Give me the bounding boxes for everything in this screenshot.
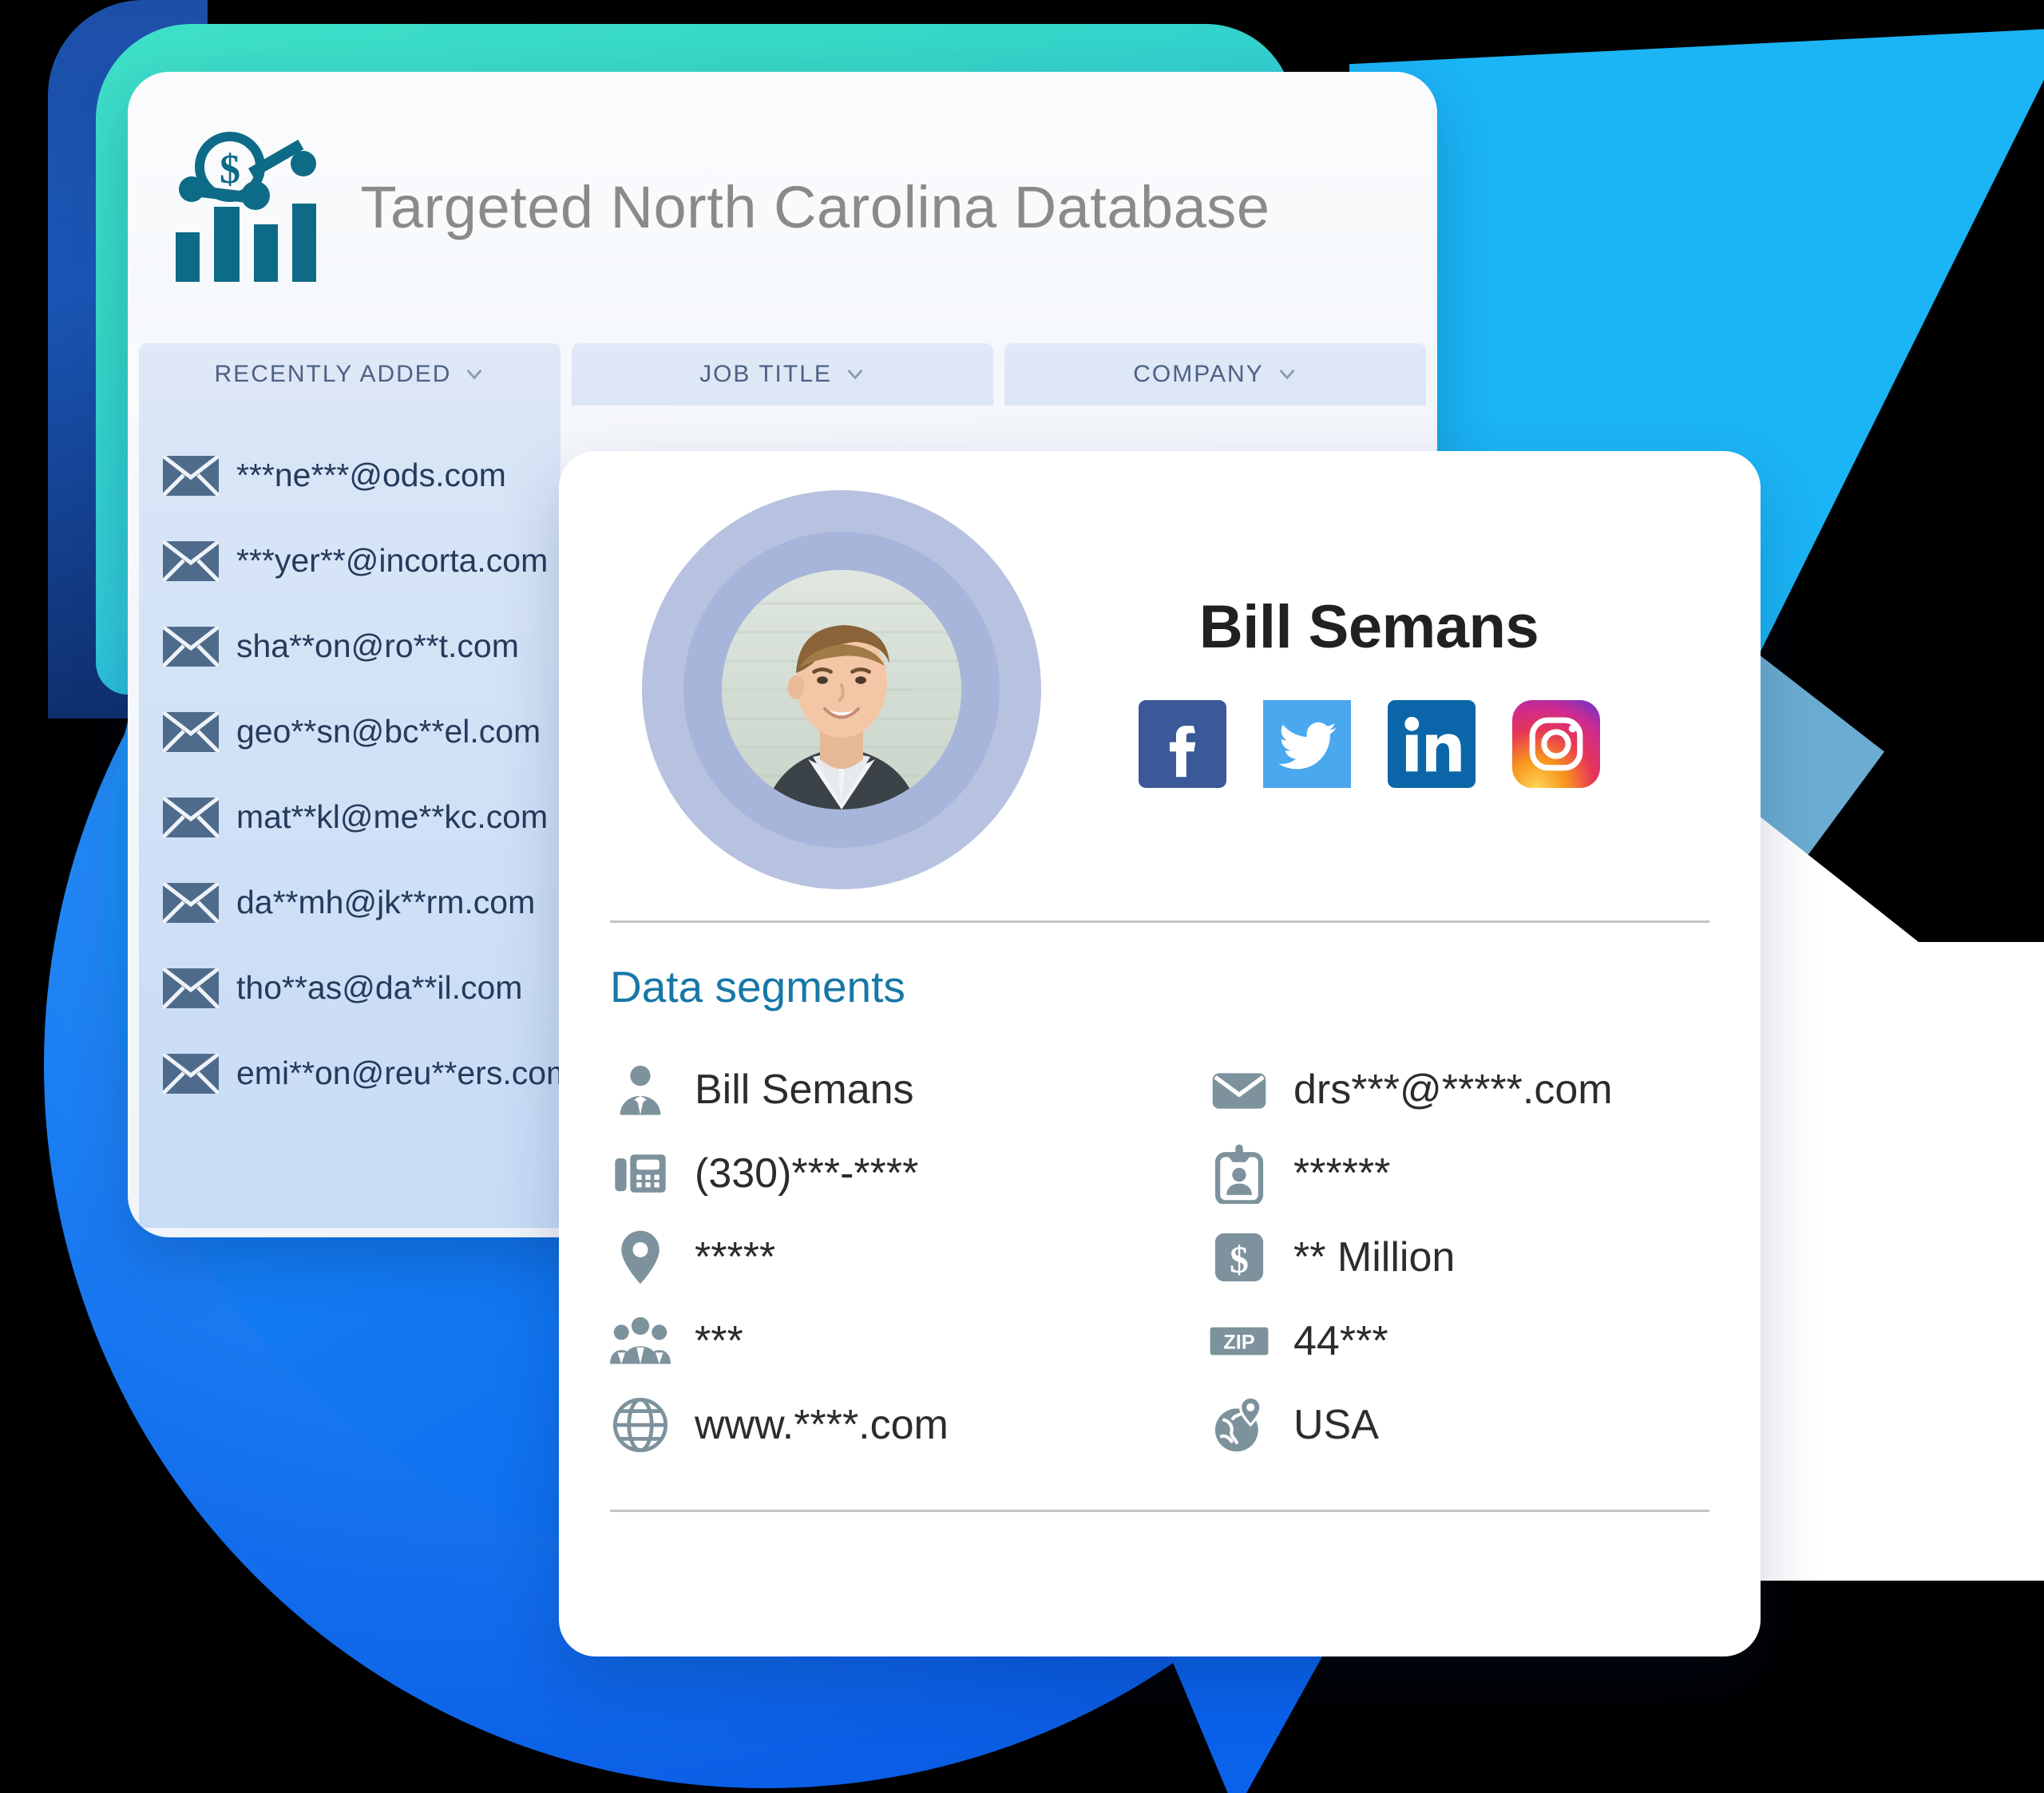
tab-label: JOB TITLE xyxy=(699,361,832,387)
list-item[interactable]: mat**kl@me**kc.com xyxy=(139,774,561,860)
tab-company[interactable]: COMPANY xyxy=(1004,343,1426,406)
email-address: da**mh@jk**rm.com xyxy=(236,884,536,920)
svg-text:$: $ xyxy=(1230,1240,1249,1281)
avatar xyxy=(610,482,1041,897)
background-shape-white-block xyxy=(1860,942,2044,1285)
segment-value: ****** xyxy=(1293,1150,1391,1197)
twitter-icon[interactable] xyxy=(1262,699,1351,788)
filter-tabs: RECENTLY ADDED JOB TITLE COMPANY xyxy=(128,343,1437,406)
segment-row: www.****.com xyxy=(610,1383,1209,1466)
dollar-icon: $ xyxy=(1209,1227,1270,1288)
zip-icon: ZIP xyxy=(1209,1311,1270,1371)
id-badge-icon xyxy=(1209,1143,1270,1204)
instagram-icon[interactable] xyxy=(1511,699,1600,788)
email-address: tho**as@da**il.com xyxy=(236,969,523,1006)
segment-value: *** xyxy=(695,1317,743,1364)
envelope-icon xyxy=(161,453,220,497)
card-header: $ Targeted North Carolina Database xyxy=(128,72,1437,343)
segment-value: (330)***-**** xyxy=(695,1150,919,1197)
segment-value: 44*** xyxy=(1293,1317,1388,1364)
email-address: ***yer**@incorta.com xyxy=(236,542,549,579)
segment-row: Bill Semans xyxy=(610,1047,1209,1131)
segment-value: www.****.com xyxy=(695,1401,949,1448)
envelope-icon xyxy=(161,966,220,1010)
people-group-icon xyxy=(610,1311,671,1371)
tab-label: COMPANY xyxy=(1133,361,1264,387)
segment-value: Bill Semans xyxy=(695,1066,914,1113)
tab-job-title[interactable]: JOB TITLE xyxy=(572,343,993,406)
email-address: sha**on@ro**t.com xyxy=(236,627,519,664)
chevron-down-icon xyxy=(1277,364,1297,385)
divider-top xyxy=(610,920,1709,923)
segment-row: ***** xyxy=(610,1215,1209,1299)
social-links xyxy=(1041,699,1697,788)
svg-text:ZIP: ZIP xyxy=(1223,1331,1255,1353)
segment-row: ****** xyxy=(1209,1131,1761,1215)
envelope-icon xyxy=(161,710,220,754)
svg-text:$: $ xyxy=(220,147,240,192)
segment-row: ZIP 44*** xyxy=(1209,1299,1761,1383)
app-root: $ Targeted North Carolina Database RECEN… xyxy=(0,0,2044,1793)
envelope-icon xyxy=(161,624,220,668)
profile-header: Bill Semans xyxy=(559,451,1761,898)
location-pin-icon xyxy=(610,1227,671,1288)
segment-row: drs***@*****.com xyxy=(1209,1047,1761,1131)
list-item[interactable]: sha**on@ro**t.com xyxy=(139,604,561,689)
tab-label: RECENTLY ADDED xyxy=(214,361,452,387)
recently-added-list: ***ne***@ods.com ***yer**@incorta.com sh… xyxy=(139,406,573,1228)
profile-detail-card: Bill Semans Data segments Bill Semans (3… xyxy=(559,451,1761,1656)
segment-row: $ ** Million xyxy=(1209,1215,1761,1299)
email-address: geo**sn@bc**el.com xyxy=(236,713,541,750)
data-segments-left-column: Bill Semans (330)***-**** ***** *** www.… xyxy=(610,1047,1209,1466)
segment-row: (330)***-**** xyxy=(610,1131,1209,1215)
facebook-icon[interactable] xyxy=(1138,699,1226,788)
segment-value: USA xyxy=(1293,1401,1379,1448)
person-icon xyxy=(610,1059,671,1120)
list-item[interactable]: emi**on@reu**ers.com xyxy=(139,1031,573,1116)
chevron-down-icon xyxy=(464,364,485,385)
list-item[interactable]: tho**as@da**il.com xyxy=(139,945,561,1031)
chevron-down-icon xyxy=(845,364,866,385)
tab-recently-added[interactable]: RECENTLY ADDED xyxy=(139,343,561,406)
divider-bottom xyxy=(610,1510,1709,1512)
person-name: Bill Semans xyxy=(1198,592,1539,661)
envelope-icon xyxy=(161,795,220,839)
profile-identity: Bill Semans xyxy=(1041,592,1705,788)
email-address: emi**on@reu**ers.com xyxy=(236,1055,574,1091)
envelope-icon xyxy=(161,539,220,583)
data-segments-heading: Data segments xyxy=(610,962,905,1011)
avatar-photo xyxy=(722,570,961,809)
segment-row: *** xyxy=(610,1299,1209,1383)
globe-icon xyxy=(610,1395,671,1455)
bar-chart-dollar-logo-icon: $ xyxy=(166,132,326,283)
email-address: ***ne***@ods.com xyxy=(236,457,506,493)
segment-value: ** Million xyxy=(1293,1233,1456,1280)
linkedin-icon[interactable] xyxy=(1387,699,1476,788)
data-segments-right-column: drs***@*****.com ****** $ ** Million ZIP… xyxy=(1209,1047,1761,1466)
envelope-icon xyxy=(161,881,220,924)
segment-value: drs***@*****.com xyxy=(1293,1066,1613,1113)
page-title: Targeted North Carolina Database xyxy=(360,174,1270,241)
segment-value: ***** xyxy=(695,1233,776,1280)
list-item[interactable]: ***ne***@ods.com xyxy=(139,433,561,518)
envelope-icon xyxy=(161,1051,220,1095)
list-item[interactable]: da**mh@jk**rm.com xyxy=(139,860,561,945)
segment-row: USA xyxy=(1209,1383,1761,1466)
telephone-icon xyxy=(610,1143,671,1204)
mail-icon xyxy=(1209,1059,1270,1120)
list-item[interactable]: geo**sn@bc**el.com xyxy=(139,689,561,774)
globe-pin-icon xyxy=(1209,1395,1270,1455)
list-item[interactable]: ***yer**@incorta.com xyxy=(139,518,561,604)
data-segments-grid: Bill Semans (330)***-**** ***** *** www.… xyxy=(559,1020,1761,1466)
email-address: mat**kl@me**kc.com xyxy=(236,798,549,835)
